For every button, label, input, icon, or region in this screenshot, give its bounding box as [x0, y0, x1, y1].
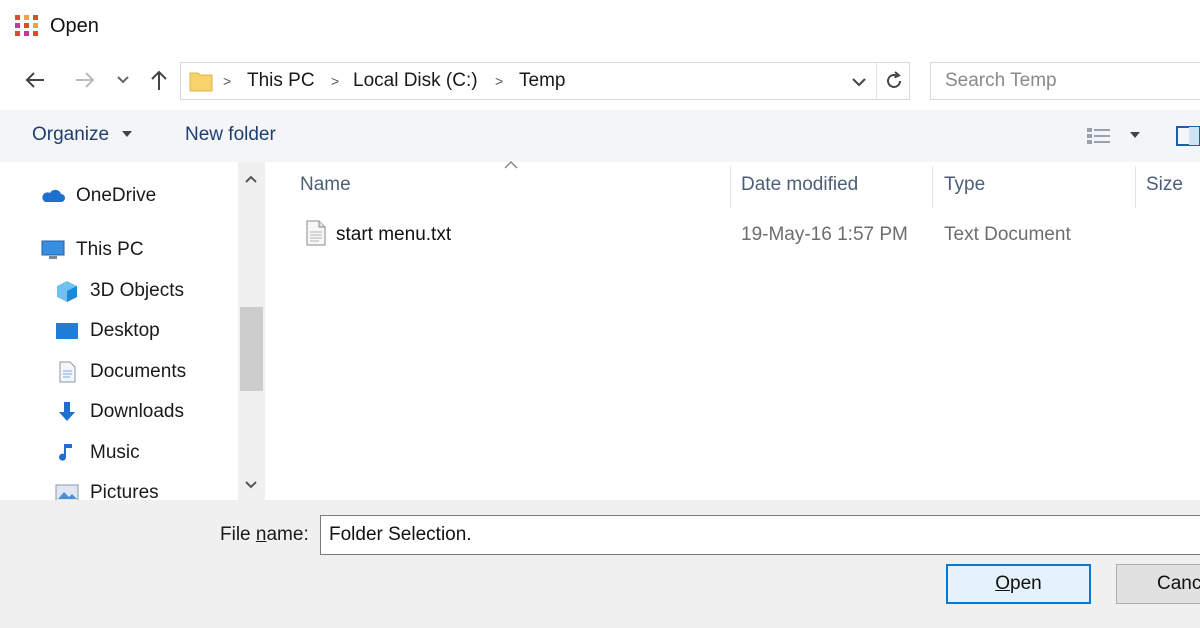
text-file-icon: [306, 220, 326, 246]
file-name-input[interactable]: [320, 515, 1200, 555]
organize-caret-icon: [122, 131, 132, 137]
sidebar-item-this-pc[interactable]: This PC: [40, 234, 144, 266]
window-title: Open: [50, 15, 99, 37]
up-button[interactable]: [145, 64, 173, 96]
music-note-icon: [59, 444, 72, 461]
sidebar-item-3d-objects[interactable]: 3D Objects: [54, 275, 184, 307]
sidebar-item-downloads[interactable]: Downloads: [54, 396, 184, 428]
back-button[interactable]: [20, 64, 50, 96]
column-header-name[interactable]: Name: [300, 174, 351, 196]
arrow-right-icon: [76, 72, 95, 88]
file-list: [265, 162, 1200, 500]
breadcrumb-temp[interactable]: Temp: [519, 70, 565, 92]
file-name[interactable]: start menu.txt: [336, 224, 451, 246]
sidebar-item-label: Desktop: [90, 320, 160, 341]
desktop-icon: [56, 323, 78, 339]
search-input[interactable]: [931, 63, 1200, 99]
cloud-icon: [42, 189, 65, 202]
cancel-button[interactable]: Cancel: [1116, 564, 1200, 604]
title-bar: Open: [0, 0, 1200, 52]
app-grid-icon: [15, 15, 38, 36]
organize-button[interactable]: Organize: [32, 124, 109, 146]
sidebar-item-label: This PC: [76, 239, 144, 260]
address-dropdown-icon[interactable]: [849, 71, 869, 93]
breadcrumb-separator-icon: >: [223, 73, 232, 89]
column-divider[interactable]: [730, 166, 731, 208]
refresh-icon: [887, 71, 901, 88]
breadcrumb-separator-icon: >: [331, 73, 340, 89]
scroll-down-icon[interactable]: [241, 476, 261, 494]
file-type: Text Document: [944, 224, 1071, 245]
breadcrumb-local-disk[interactable]: Local Disk (C:): [353, 70, 478, 92]
file-name-label: File name:: [220, 524, 309, 545]
sidebar-item-label: 3D Objects: [90, 280, 184, 301]
sidebar-item-onedrive[interactable]: OneDrive: [40, 180, 156, 212]
preview-pane-icon[interactable]: [1174, 124, 1200, 148]
sidebar-item-label: Pictures: [90, 482, 159, 500]
sort-ascending-icon: [504, 160, 518, 169]
cube-icon: [57, 281, 77, 302]
column-header-type[interactable]: Type: [944, 174, 985, 196]
column-divider[interactable]: [1135, 166, 1136, 208]
scroll-up-icon[interactable]: [241, 170, 261, 188]
file-date-modified: 19-May-16 1:57 PM: [741, 224, 908, 245]
recent-locations-button[interactable]: [112, 64, 134, 96]
folder-icon: [189, 72, 213, 92]
breadcrumb-separator-icon: >: [495, 73, 504, 89]
sidebar-item-desktop[interactable]: Desktop: [54, 315, 160, 347]
address-bar[interactable]: > This PC > Local Disk (C:) > Temp: [180, 62, 910, 100]
navigation-pane: OneDrive This PC 3D Objects Desktop Docu…: [0, 162, 265, 500]
sidebar-item-label: Documents: [90, 361, 187, 382]
sidebar-scrollbar-thumb[interactable]: [240, 307, 263, 391]
column-divider[interactable]: [932, 166, 933, 208]
arrow-up-icon: [151, 70, 167, 90]
sidebar-item-label: OneDrive: [76, 185, 157, 206]
sidebar-item-documents[interactable]: Documents: [54, 356, 186, 388]
sidebar-item-label: Music: [90, 442, 140, 463]
download-arrow-icon: [59, 402, 75, 421]
command-bar: [0, 110, 1200, 162]
column-header-size[interactable]: Size: [1146, 174, 1183, 196]
column-header-date-modified[interactable]: Date modified: [741, 174, 858, 196]
pictures-icon: [55, 484, 79, 500]
monitor-icon: [41, 240, 65, 259]
search-box[interactable]: [930, 62, 1200, 100]
arrow-left-icon: [25, 72, 44, 88]
sidebar-item-music[interactable]: Music: [54, 437, 140, 469]
chevron-down-icon: [117, 76, 129, 84]
breadcrumb-this-pc[interactable]: This PC: [247, 70, 315, 92]
view-options-icon[interactable]: [1085, 124, 1113, 148]
sidebar-item-pictures[interactable]: Pictures: [54, 477, 159, 500]
forward-button[interactable]: [70, 64, 100, 96]
open-button[interactable]: Open: [946, 564, 1091, 604]
view-caret-icon[interactable]: [1130, 132, 1140, 138]
refresh-button[interactable]: [876, 63, 910, 99]
document-icon: [59, 361, 76, 383]
new-folder-button[interactable]: New folder: [185, 124, 276, 146]
sidebar-item-label: Downloads: [90, 401, 184, 422]
